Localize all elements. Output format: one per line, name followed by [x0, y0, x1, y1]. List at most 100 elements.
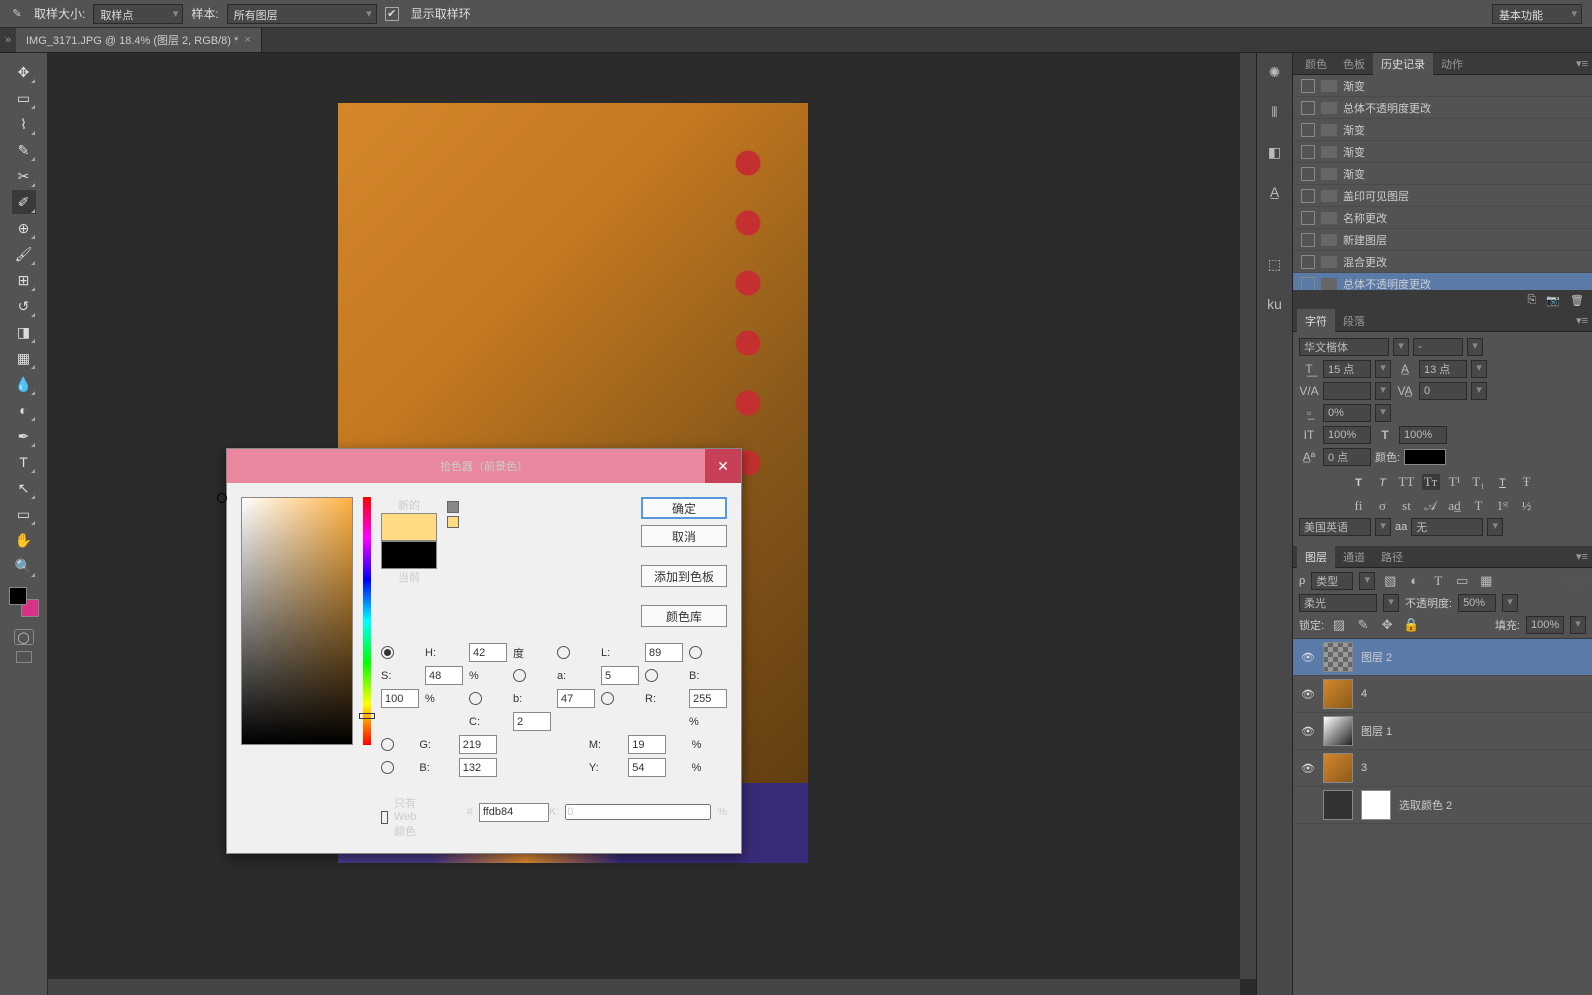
close-icon[interactable]: × [244, 34, 250, 46]
bv-input[interactable] [381, 689, 419, 708]
kerning[interactable] [1323, 382, 1371, 400]
tab-layers[interactable]: 图层 [1297, 545, 1335, 569]
radio-r[interactable] [601, 692, 614, 705]
fraction-button[interactable]: ½ [1518, 498, 1536, 514]
color-swatches[interactable] [9, 587, 39, 617]
cancel-button[interactable]: 取消 [641, 525, 727, 547]
y-input[interactable] [628, 758, 666, 777]
saturation-box[interactable] [241, 497, 353, 745]
workspace-dropdown[interactable]: 基本功能 [1492, 4, 1582, 24]
radio-bb[interactable] [381, 761, 394, 774]
lasso-tool[interactable]: ⌇ [12, 112, 36, 136]
allcaps-button[interactable]: TT [1398, 474, 1416, 490]
hue-handle[interactable] [359, 713, 375, 719]
h-input[interactable] [469, 643, 507, 662]
pen-tool[interactable]: ✒ [12, 424, 36, 448]
panel-menu-icon[interactable]: ▾≡ [1576, 57, 1588, 70]
r-input[interactable] [689, 689, 727, 708]
s-input[interactable] [425, 666, 463, 685]
k-input[interactable] [565, 804, 711, 820]
bb-input[interactable] [459, 758, 497, 777]
m-input[interactable] [628, 735, 666, 754]
3d-icon[interactable]: ⬚ [1264, 253, 1286, 275]
brush-tool[interactable]: 🖌 [12, 242, 36, 266]
screen-mode-toggle[interactable] [16, 651, 32, 663]
panel-menu-icon[interactable]: ▾≡ [1576, 550, 1588, 563]
strike-button[interactable]: Ŧ [1518, 474, 1536, 490]
radio-bv[interactable] [645, 669, 658, 682]
font-size[interactable] [1323, 360, 1371, 378]
char-color-swatch[interactable] [1404, 449, 1446, 465]
eraser-tool[interactable]: ◨ [12, 320, 36, 344]
filter-pixel-icon[interactable]: ▧ [1381, 573, 1399, 589]
tracking[interactable] [1419, 382, 1467, 400]
quick-mask-toggle[interactable]: ◯ [14, 629, 34, 645]
layer-item[interactable]: 👁4 [1293, 676, 1592, 713]
layer-item[interactable]: 👁图层 1 [1293, 713, 1592, 750]
gradient-tool[interactable]: ▦ [12, 346, 36, 370]
bold-button[interactable]: T [1350, 474, 1368, 490]
canvas-area[interactable]: 拾色器（前景色） ✕ 新的 当前 [48, 53, 1256, 995]
filter-type[interactable] [1311, 572, 1353, 590]
tab-character[interactable]: 字符 [1297, 309, 1335, 333]
sample-dropdown[interactable]: 所有图层 [227, 4, 377, 24]
path-select-tool[interactable]: ↖ [12, 476, 36, 500]
picker-close-button[interactable]: ✕ [705, 449, 741, 483]
color-panel-icon[interactable]: ✺ [1264, 61, 1286, 83]
layer-list[interactable]: 👁图层 2 👁4 👁图层 1 👁3 选取颜色 2 [1293, 639, 1592, 995]
tab-paragraph[interactable]: 段落 [1335, 309, 1373, 333]
websafe-swatch-icon[interactable] [447, 516, 459, 528]
vertical-scrollbar[interactable] [1240, 53, 1256, 979]
swash-button[interactable]: 𝒜 [1422, 498, 1440, 514]
radio-a[interactable] [513, 669, 526, 682]
quick-select-tool[interactable]: ✎ [12, 138, 36, 162]
char-height[interactable] [1323, 404, 1371, 422]
hex-input[interactable] [479, 803, 549, 822]
hand-tool[interactable]: ✋ [12, 528, 36, 552]
lock-all-icon[interactable]: 🔒 [1402, 617, 1420, 633]
visibility-icon[interactable]: 👁 [1301, 762, 1315, 775]
foreground-color[interactable] [9, 587, 27, 605]
a-input[interactable] [601, 666, 639, 685]
blur-tool[interactable]: 💧 [12, 372, 36, 396]
visibility-icon[interactable]: 👁 [1301, 651, 1315, 664]
shape-tool[interactable]: ▭ [12, 502, 36, 526]
fi-button[interactable]: fi [1350, 498, 1368, 514]
stamp-tool[interactable]: ⊞ [12, 268, 36, 292]
filter-smart-icon[interactable]: ▦ [1477, 573, 1495, 589]
tab-swatches[interactable]: 色板 [1335, 53, 1373, 76]
ok-button[interactable]: 确定 [641, 497, 727, 519]
radio-g[interactable] [381, 738, 394, 751]
horizontal-scrollbar[interactable] [48, 979, 1240, 995]
filter-type-icon[interactable]: T [1429, 573, 1447, 589]
tab-channels[interactable]: 通道 [1335, 545, 1373, 569]
add-swatch-button[interactable]: 添加到色板 [641, 565, 727, 587]
superscript-button[interactable]: T¹ [1446, 474, 1464, 490]
tab-color[interactable]: 颜色 [1297, 53, 1335, 76]
document-tab[interactable]: IMG_3171.JPG @ 18.4% (图层 2, RGB/8) * × [16, 28, 262, 52]
radio-s[interactable] [689, 646, 702, 659]
smallcaps-button[interactable]: Tᴛ [1422, 474, 1440, 490]
healing-tool[interactable]: ⊕ [12, 216, 36, 240]
fill-input[interactable] [1526, 616, 1564, 634]
dodge-tool[interactable]: ◐ [12, 398, 36, 422]
picker-titlebar[interactable]: 拾色器（前景色） ✕ [227, 449, 741, 483]
blend-mode[interactable] [1299, 594, 1377, 612]
c-input[interactable] [513, 712, 551, 731]
move-tool[interactable]: ✥ [12, 60, 36, 84]
l-input[interactable] [645, 643, 683, 662]
hscale[interactable] [1399, 426, 1447, 444]
history-list[interactable]: 渐变 总体不透明度更改 渐变 渐变 渐变 盖印可见图层 名称更改 新建图层 混合… [1293, 75, 1592, 290]
radio-b[interactable] [469, 692, 482, 705]
underline-button[interactable]: T [1494, 474, 1512, 490]
layer-item[interactable]: 选取颜色 2 [1293, 787, 1592, 824]
color-library-button[interactable]: 颜色库 [641, 605, 727, 627]
radio-l[interactable] [557, 646, 570, 659]
opacity-input[interactable] [1458, 594, 1496, 612]
show-ring-checkbox[interactable]: ✔ [385, 7, 399, 21]
lock-position-icon[interactable]: ✥ [1378, 617, 1396, 633]
filter-adjust-icon[interactable]: ◐ [1405, 573, 1423, 589]
layer-item[interactable]: 👁3 [1293, 750, 1592, 787]
sample-size-dropdown[interactable]: 取样点 [93, 4, 183, 24]
adjustments-icon[interactable]: ⫴ [1264, 101, 1286, 123]
